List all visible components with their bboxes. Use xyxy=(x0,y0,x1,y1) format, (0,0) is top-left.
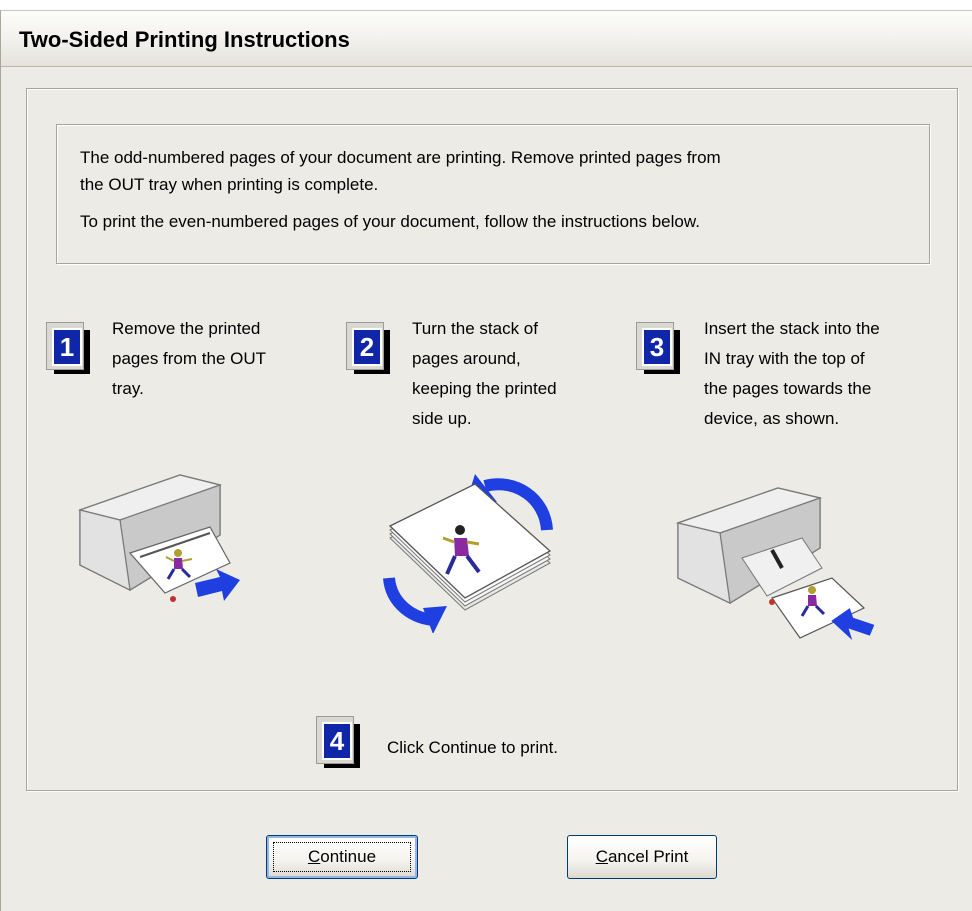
dialog-title: Two-Sided Printing Instructions xyxy=(19,27,350,52)
step-3-badge: 3 xyxy=(636,322,680,376)
step-4-line: Click Continue to print. xyxy=(387,738,559,757)
step-2-line: keeping the printed xyxy=(412,379,557,398)
step-2-number: 2 xyxy=(352,328,382,366)
printer-out-tray-illustration xyxy=(77,474,240,602)
cancel-print-button-label: Cancel Print xyxy=(595,847,689,866)
step-4-badge: 4 xyxy=(316,716,360,770)
message-line-2: the OUT tray when printing is complete. xyxy=(80,175,379,194)
message-line-1: The odd-numbered pages of your document … xyxy=(80,148,721,167)
step-4-number: 4 xyxy=(322,722,352,760)
step-1-number: 1 xyxy=(52,328,82,366)
step-2-line: side up. xyxy=(412,409,472,428)
step-3-number: 3 xyxy=(642,328,672,366)
stack-rotate-illustration xyxy=(383,474,553,633)
step-2-badge: 2 xyxy=(346,322,390,376)
step-1-line: tray. xyxy=(112,379,144,398)
step-3-line: Insert the stack into the xyxy=(704,319,880,338)
step-1-line: pages from the OUT xyxy=(112,349,267,368)
step-1-line: Remove the printed xyxy=(112,319,261,338)
title-bar: Two-Sided Printing Instructions xyxy=(1,11,972,67)
step-1-badge: 1 xyxy=(46,322,90,376)
step-1-text: Remove the printed pages from the OUT tr… xyxy=(112,314,266,404)
step-2-line: pages around, xyxy=(412,349,521,368)
step-3-line: the pages towards the xyxy=(704,379,872,398)
step-2-line: Turn the stack of xyxy=(412,319,538,338)
message-line-3: To print the even-numbered pages of your… xyxy=(80,212,700,231)
step-2-text: Turn the stack of pages around, keeping … xyxy=(412,314,557,434)
step-3-line: device, as shown. xyxy=(704,409,840,428)
step-3-line: IN tray with the top of xyxy=(704,349,865,368)
continue-button-label: Continue xyxy=(307,847,377,866)
step-4-text: Click Continue to print. xyxy=(387,733,558,763)
cancel-print-button[interactable]: Cancel Print xyxy=(567,835,717,879)
printer-in-tray-illustration xyxy=(675,487,875,641)
continue-button[interactable]: Continue xyxy=(266,835,418,879)
step-3-text: Insert the stack into the IN tray with t… xyxy=(704,314,880,434)
